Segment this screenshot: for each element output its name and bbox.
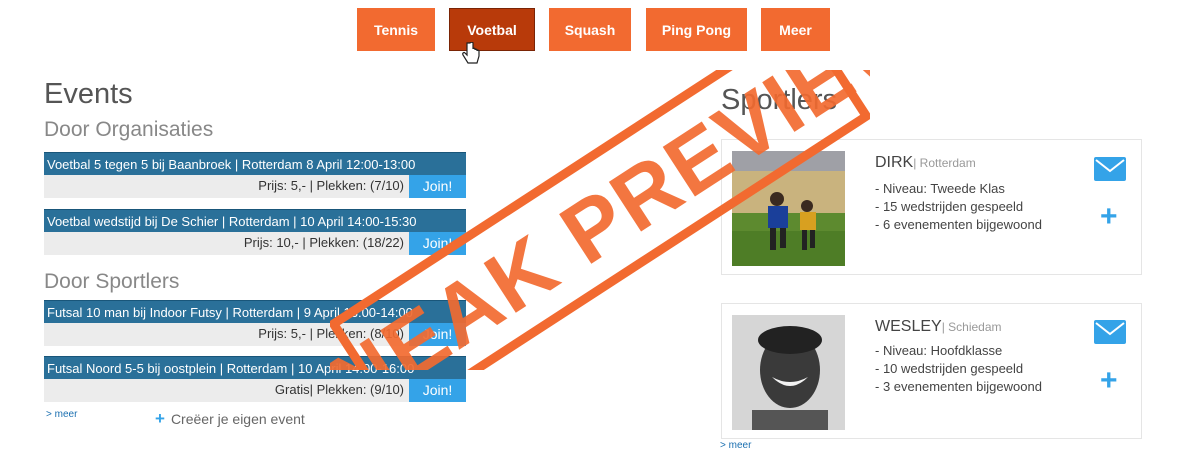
tab-tennis[interactable]: Tennis bbox=[357, 8, 435, 51]
sportlers-more-link[interactable]: > meer bbox=[720, 440, 751, 451]
sportler-name[interactable]: DIRK| Rotterdam bbox=[875, 154, 976, 172]
tab-ping-pong[interactable]: Ping Pong bbox=[646, 8, 747, 51]
event-meta: Prijs: 10,- | Plekken: (18/22) bbox=[243, 235, 404, 250]
join-button[interactable]: Join! bbox=[409, 232, 466, 255]
add-sportler-icon[interactable]: + bbox=[1100, 202, 1118, 232]
event-info: Gratis| Plekken: (9/10) Join! bbox=[44, 379, 466, 402]
sportlers-heading: Sportlers bbox=[721, 84, 838, 116]
org-heading: Door Organisaties bbox=[44, 118, 214, 141]
event-info: Prijs: 5,- | Plekken: (7/10) Join! bbox=[44, 175, 466, 198]
plus-icon: + bbox=[155, 409, 165, 428]
event-item: Futsal 10 man bij Indoor Futsy | Rotterd… bbox=[44, 300, 466, 346]
events-more-link[interactable]: > meer bbox=[46, 409, 77, 420]
event-title[interactable]: Futsal 10 man bij Indoor Futsy | Rotterd… bbox=[44, 300, 466, 323]
join-button[interactable]: Join! bbox=[409, 175, 466, 198]
event-item: Voetbal wedstijd bij De Schier | Rotterd… bbox=[44, 209, 466, 255]
event-info: Prijs: 5,- | Plekken: (8/10) Join! bbox=[44, 323, 466, 346]
sportler-city: | Schiedam bbox=[941, 320, 1002, 334]
join-button[interactable]: Join! bbox=[409, 379, 466, 402]
sportler-city: | Rotterdam bbox=[913, 156, 976, 170]
mail-icon[interactable] bbox=[1094, 320, 1126, 344]
event-meta: Prijs: 5,- | Plekken: (8/10) bbox=[258, 326, 404, 341]
create-event-button[interactable]: + Creëer je eigen event bbox=[155, 409, 305, 429]
event-info: Prijs: 10,- | Plekken: (18/22) Join! bbox=[44, 232, 466, 255]
add-sportler-icon[interactable]: + bbox=[1100, 366, 1118, 396]
mail-icon[interactable] bbox=[1094, 157, 1126, 181]
sportlers-events-heading: Door Sportlers bbox=[44, 270, 180, 293]
event-title[interactable]: Futsal Noord 5-5 bij oostplein | Rotterd… bbox=[44, 356, 466, 379]
sportler-stats: - Niveau: Tweede Klas - 15 wedstrijden g… bbox=[875, 181, 1042, 232]
sportler-card: DIRK| Rotterdam - Niveau: Tweede Klas - … bbox=[721, 139, 1142, 275]
tab-meer[interactable]: Meer bbox=[761, 8, 830, 51]
sportler-name[interactable]: WESLEY| Schiedam bbox=[875, 318, 1002, 336]
sportler-card: WESLEY| Schiedam - Niveau: Hoofdklasse -… bbox=[721, 303, 1142, 439]
event-title[interactable]: Voetbal 5 tegen 5 bij Baanbroek | Rotter… bbox=[44, 152, 466, 175]
event-meta: Prijs: 5,- | Plekken: (7/10) bbox=[258, 178, 404, 193]
tab-squash[interactable]: Squash bbox=[549, 8, 631, 51]
event-title[interactable]: Voetbal wedstijd bij De Schier | Rotterd… bbox=[44, 209, 466, 232]
event-item: Futsal Noord 5-5 bij oostplein | Rotterd… bbox=[44, 356, 466, 402]
hand-cursor-icon bbox=[462, 42, 480, 64]
avatar bbox=[732, 151, 845, 266]
avatar bbox=[732, 315, 845, 430]
sportler-stats: - Niveau: Hoofdklasse - 10 wedstrijden g… bbox=[875, 343, 1042, 394]
event-item: Voetbal 5 tegen 5 bij Baanbroek | Rotter… bbox=[44, 152, 466, 198]
create-event-label: Creëer je eigen event bbox=[170, 411, 305, 427]
event-meta: Gratis| Plekken: (9/10) bbox=[274, 382, 404, 397]
events-heading: Events bbox=[44, 78, 133, 110]
join-button[interactable]: Join! bbox=[409, 323, 466, 346]
